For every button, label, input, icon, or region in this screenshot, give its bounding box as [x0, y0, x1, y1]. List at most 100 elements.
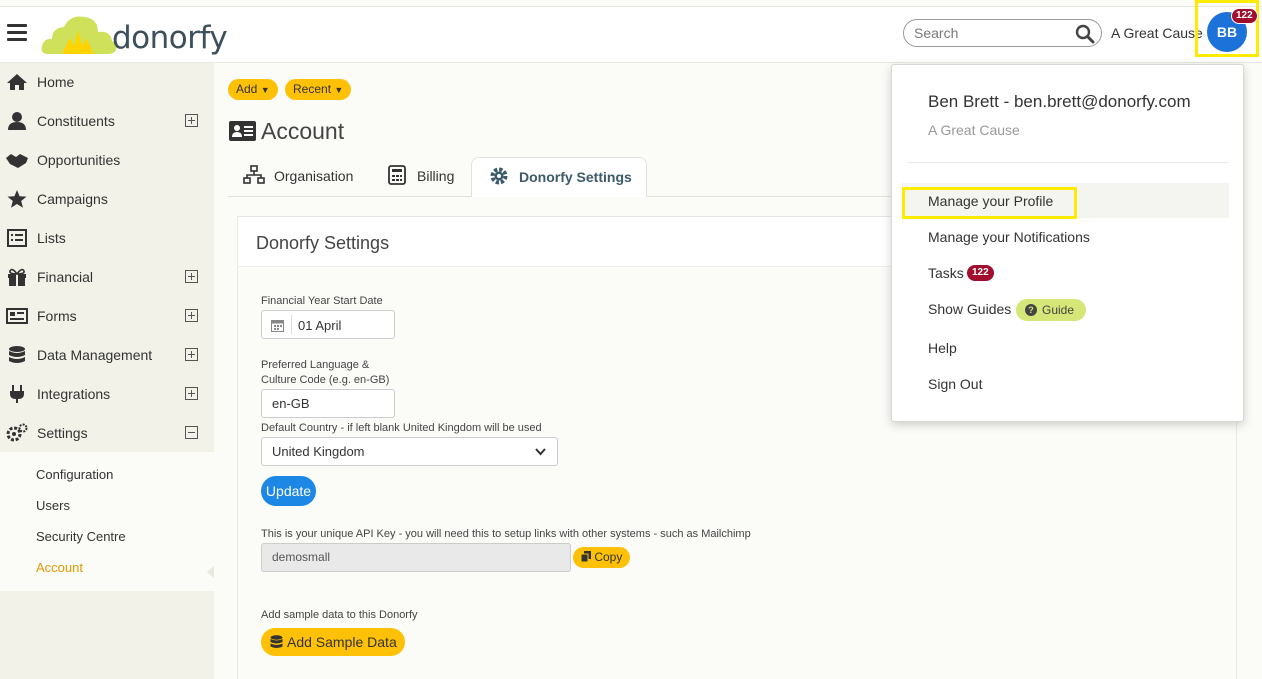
sidebar-item-label: Opportunities — [37, 152, 121, 168]
question-icon: ? — [1025, 304, 1037, 316]
search-input[interactable] — [914, 25, 1064, 41]
tab-billing[interactable]: Billing — [388, 157, 463, 197]
expand-icon[interactable] — [185, 309, 198, 322]
chevron-down-icon: ▼ — [334, 85, 344, 95]
sidebar-item-label: Home — [37, 74, 75, 90]
tasks-count-badge: 122 — [967, 265, 994, 281]
recent-button[interactable]: Recent ▼ — [285, 79, 352, 100]
guide-button[interactable]: ? Guide — [1016, 299, 1086, 321]
sidebar-item-forms[interactable]: Forms — [0, 297, 214, 336]
search-icon[interactable] — [1075, 24, 1095, 44]
menu-item-help[interactable]: Help — [928, 340, 957, 356]
menu-icon[interactable] — [7, 24, 27, 42]
sitemap-icon — [243, 165, 265, 184]
org-name[interactable]: A Great Cause — [1111, 25, 1203, 41]
cog-icon — [490, 167, 508, 185]
tab-label: Donorfy Settings — [519, 169, 632, 185]
sidebar-item-campaigns[interactable]: Campaigns — [0, 180, 214, 219]
id-card-icon — [229, 121, 256, 141]
logo-text: donorfy — [112, 20, 228, 56]
fy-start-label: Financial Year Start Date — [261, 295, 383, 307]
country-label: Default Country - if left blank United K… — [261, 422, 542, 434]
guide-label: Guide — [1042, 303, 1075, 317]
database-icon — [9, 346, 25, 363]
country-value: United Kingdom — [272, 444, 365, 459]
donorfy-logo[interactable]: donorfy — [40, 8, 228, 60]
user-org: A Great Cause — [928, 122, 1020, 138]
add-sample-data-button[interactable]: Add Sample Data — [261, 628, 405, 656]
subnav-item-users[interactable]: Users — [36, 498, 70, 513]
expand-icon[interactable] — [185, 348, 198, 361]
menu-item-show-guides[interactable]: Show Guides — [928, 301, 1011, 317]
language-input[interactable]: en-GB — [261, 389, 395, 418]
chevron-down-icon — [535, 448, 546, 456]
expand-icon[interactable] — [185, 387, 198, 400]
expand-icon[interactable] — [185, 114, 198, 127]
sidebar-item-label: Data Management — [37, 347, 153, 363]
sidebar-item-opportunities[interactable]: Opportunities — [0, 141, 214, 180]
database-icon — [270, 635, 283, 648]
sidebar-item-label: Constituents — [37, 113, 115, 129]
chevron-down-icon: ▼ — [260, 85, 270, 95]
menu-divider — [907, 162, 1229, 163]
sidebar: Home Constituents Opportunities Campaign… — [0, 63, 214, 679]
sidebar-item-label: Settings — [37, 425, 88, 441]
api-key-label: This is your unique API Key - you will n… — [261, 528, 751, 540]
notification-badge: 122 — [1231, 8, 1258, 24]
sidebar-item-constituents[interactable]: Constituents — [0, 102, 214, 141]
api-key-field[interactable]: demosmall — [261, 543, 571, 572]
copy-button-label: Copy — [594, 550, 623, 564]
tab-label: Organisation — [274, 168, 354, 184]
subnav-item-configuration[interactable]: Configuration — [36, 467, 113, 482]
copy-icon — [580, 551, 591, 563]
sidebar-item-label: Integrations — [37, 386, 111, 402]
menu-item-manage-notifications[interactable]: Manage your Notifications — [928, 229, 1090, 245]
update-button[interactable]: Update — [261, 476, 316, 506]
plug-icon — [10, 385, 24, 403]
field-divider — [291, 315, 292, 334]
collapse-icon[interactable] — [185, 426, 198, 439]
user-icon — [8, 112, 26, 130]
search-box[interactable] — [903, 19, 1102, 47]
calculator-icon — [388, 165, 406, 185]
sidebar-item-data-management[interactable]: Data Management — [0, 336, 214, 375]
sidebar-item-home[interactable]: Home — [0, 63, 214, 102]
subnav-item-security-centre[interactable]: Security Centre — [36, 529, 126, 544]
handshake-icon — [6, 154, 28, 168]
tab-organisation[interactable]: Organisation — [243, 157, 363, 197]
sidebar-item-integrations[interactable]: Integrations — [0, 375, 214, 414]
gears-icon — [6, 423, 28, 442]
active-caret-icon — [207, 566, 214, 578]
menu-item-sign-out[interactable]: Sign Out — [928, 376, 982, 392]
star-icon — [7, 190, 27, 208]
home-icon — [7, 74, 27, 90]
calendar-icon[interactable] — [271, 319, 284, 332]
language-label-line1: Preferred Language & — [261, 359, 370, 371]
copy-button[interactable]: Copy — [573, 547, 631, 568]
form-icon — [6, 308, 28, 324]
logo-cloud-icon — [41, 16, 117, 54]
language-label-line2: Culture Code (e.g. en-GB) — [261, 374, 390, 386]
page-title: Account — [261, 118, 345, 144]
fy-start-field[interactable]: 01 April — [261, 310, 395, 339]
sidebar-item-label: Financial — [37, 269, 94, 285]
panel-title: Donorfy Settings — [256, 233, 390, 253]
sidebar-item-label: Forms — [37, 308, 77, 324]
recent-button-label: Recent — [293, 82, 332, 96]
sidebar-item-lists[interactable]: Lists — [0, 219, 214, 258]
tab-donorfy-settings[interactable]: Donorfy Settings — [471, 157, 647, 197]
sidebar-item-settings[interactable]: Settings — [0, 414, 214, 453]
sidebar-item-financial[interactable]: Financial — [0, 258, 214, 297]
settings-subnav: Configuration Users Security Centre Acco… — [0, 452, 214, 591]
add-button[interactable]: Add ▼ — [228, 79, 278, 100]
add-button-label: Add — [236, 82, 258, 96]
country-select[interactable]: United Kingdom — [261, 437, 558, 466]
tab-label: Billing — [417, 168, 455, 184]
menu-item-manage-profile[interactable]: Manage your Profile — [928, 193, 1053, 209]
user-name-email: Ben Brett - ben.brett@donorfy.com — [928, 92, 1191, 111]
expand-icon[interactable] — [185, 270, 198, 283]
subnav-item-account[interactable]: Account — [36, 560, 83, 575]
user-menu-dropdown: Ben Brett - ben.brett@donorfy.com A Grea… — [891, 64, 1244, 422]
menu-item-tasks[interactable]: Tasks — [928, 265, 964, 281]
sidebar-item-label: Lists — [37, 230, 66, 246]
